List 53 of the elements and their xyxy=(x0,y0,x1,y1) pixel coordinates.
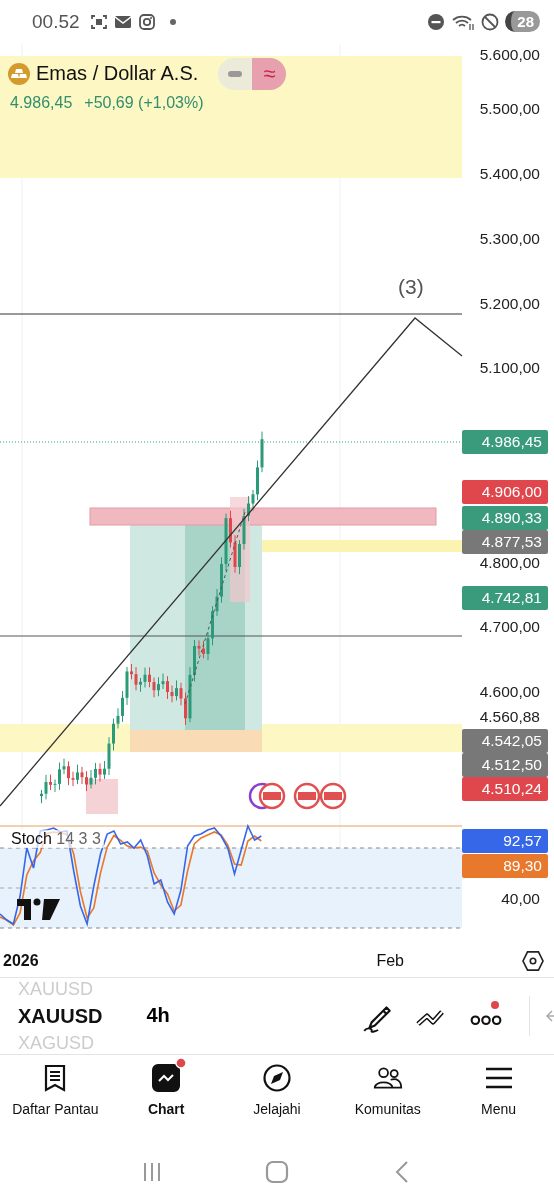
battery-level: 28 xyxy=(505,11,540,33)
price-label: 4.560,88 xyxy=(479,708,540,727)
nav-tab[interactable]: Chart xyxy=(111,1062,222,1145)
coin-icon xyxy=(8,62,30,85)
settings-icon[interactable] xyxy=(522,950,544,971)
minimize-button[interactable] xyxy=(218,57,253,90)
entry-zone xyxy=(86,778,118,814)
indicator-tag: 89,30 xyxy=(462,853,548,878)
price-tag: 4.890,33 xyxy=(462,505,548,530)
price-tag: 4.906,00 xyxy=(462,479,548,504)
clock-time: 00.52 xyxy=(32,10,80,33)
price-tag: 4.742,81 xyxy=(462,585,548,610)
nav-tab[interactable]: Daftar Pantau xyxy=(0,1062,111,1145)
indicator-tag: 92,57 xyxy=(462,828,548,853)
time-label: 2026 xyxy=(3,951,39,970)
price-label: 5.100,00 xyxy=(479,359,540,378)
price-tag: 4.542,05 xyxy=(462,728,548,753)
price-label: 4.800,00 xyxy=(479,553,540,572)
compass-icon xyxy=(262,1062,292,1093)
price-label: 4.700,00 xyxy=(479,618,540,637)
home-icon[interactable] xyxy=(265,1160,289,1185)
price-label: 5.600,00 xyxy=(479,45,540,64)
nav-tab[interactable]: Komunitas xyxy=(332,1062,443,1145)
wave-label: (3) xyxy=(398,274,424,299)
chart-icon xyxy=(151,1062,182,1093)
price-tag: 4.986,45 xyxy=(462,429,548,454)
back-arrow-icon[interactable] xyxy=(544,1008,554,1023)
notification-dot-icon xyxy=(169,18,176,25)
time-label: Feb xyxy=(376,951,404,970)
price-tag: 4.877,53 xyxy=(462,529,548,554)
price-label: 5.300,00 xyxy=(479,229,540,248)
nav-tab[interactable]: Jelajahi xyxy=(222,1062,332,1145)
minus-icon xyxy=(228,70,243,77)
symbol-title: Emas / Dollar A.S. xyxy=(36,62,199,86)
symbol-option[interactable]: XAUUSD xyxy=(18,1005,103,1026)
screenshot-icon xyxy=(89,12,108,31)
price-label: 4.600,00 xyxy=(479,683,540,702)
price-label: 5.500,00 xyxy=(479,100,540,119)
blocked-icon xyxy=(481,12,500,31)
nav-tab[interactable]: Menu xyxy=(443,1062,554,1145)
interval-button[interactable]: 4h xyxy=(140,1000,176,1032)
camera-icon xyxy=(137,12,156,31)
price-change: +50,69 (+1,03%) xyxy=(84,93,204,112)
price-tag: 4.512,50 xyxy=(462,752,548,777)
price-tag: 4.510,24 xyxy=(462,776,548,801)
price-label: 5.200,00 xyxy=(479,294,540,313)
logo-icon xyxy=(17,898,60,920)
notification-badge xyxy=(175,1056,188,1069)
indicator-label: 40,00 xyxy=(501,889,540,908)
indicator-legend: Stoch 14 3 3 xyxy=(8,829,104,848)
do-not-disturb-icon xyxy=(427,12,446,31)
last-price: 4.986,45 xyxy=(10,93,73,112)
price-label: 5.400,00 xyxy=(479,165,540,184)
